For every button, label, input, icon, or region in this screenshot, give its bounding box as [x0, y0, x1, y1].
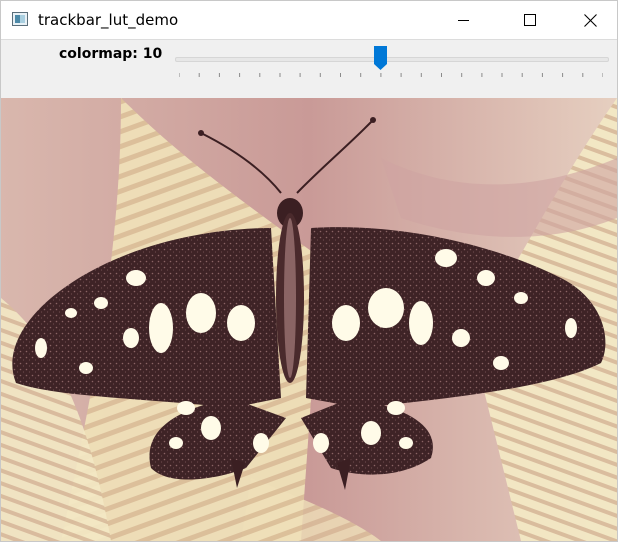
window-app-icon [12, 12, 28, 26]
maximize-button[interactable] [507, 1, 553, 39]
trackbar-panel: colormap: 10 [1, 39, 617, 99]
maximize-icon [524, 14, 536, 26]
trackbar-track[interactable] [175, 57, 609, 62]
trackbar-ticks [179, 73, 603, 77]
close-button[interactable] [567, 1, 613, 39]
trackbar-thumb[interactable] [374, 46, 388, 71]
colormapped-image [1, 98, 617, 541]
app-window: trackbar_lut_demo colormap: 10 [0, 0, 618, 542]
close-icon [583, 13, 597, 27]
butterfly-photo [1, 98, 617, 541]
trackbar-label: colormap: 10 [59, 46, 163, 62]
window-title: trackbar_lut_demo [38, 11, 179, 29]
minimize-icon [458, 20, 469, 21]
title-bar[interactable]: trackbar_lut_demo [1, 1, 617, 39]
minimize-button[interactable] [441, 1, 487, 39]
